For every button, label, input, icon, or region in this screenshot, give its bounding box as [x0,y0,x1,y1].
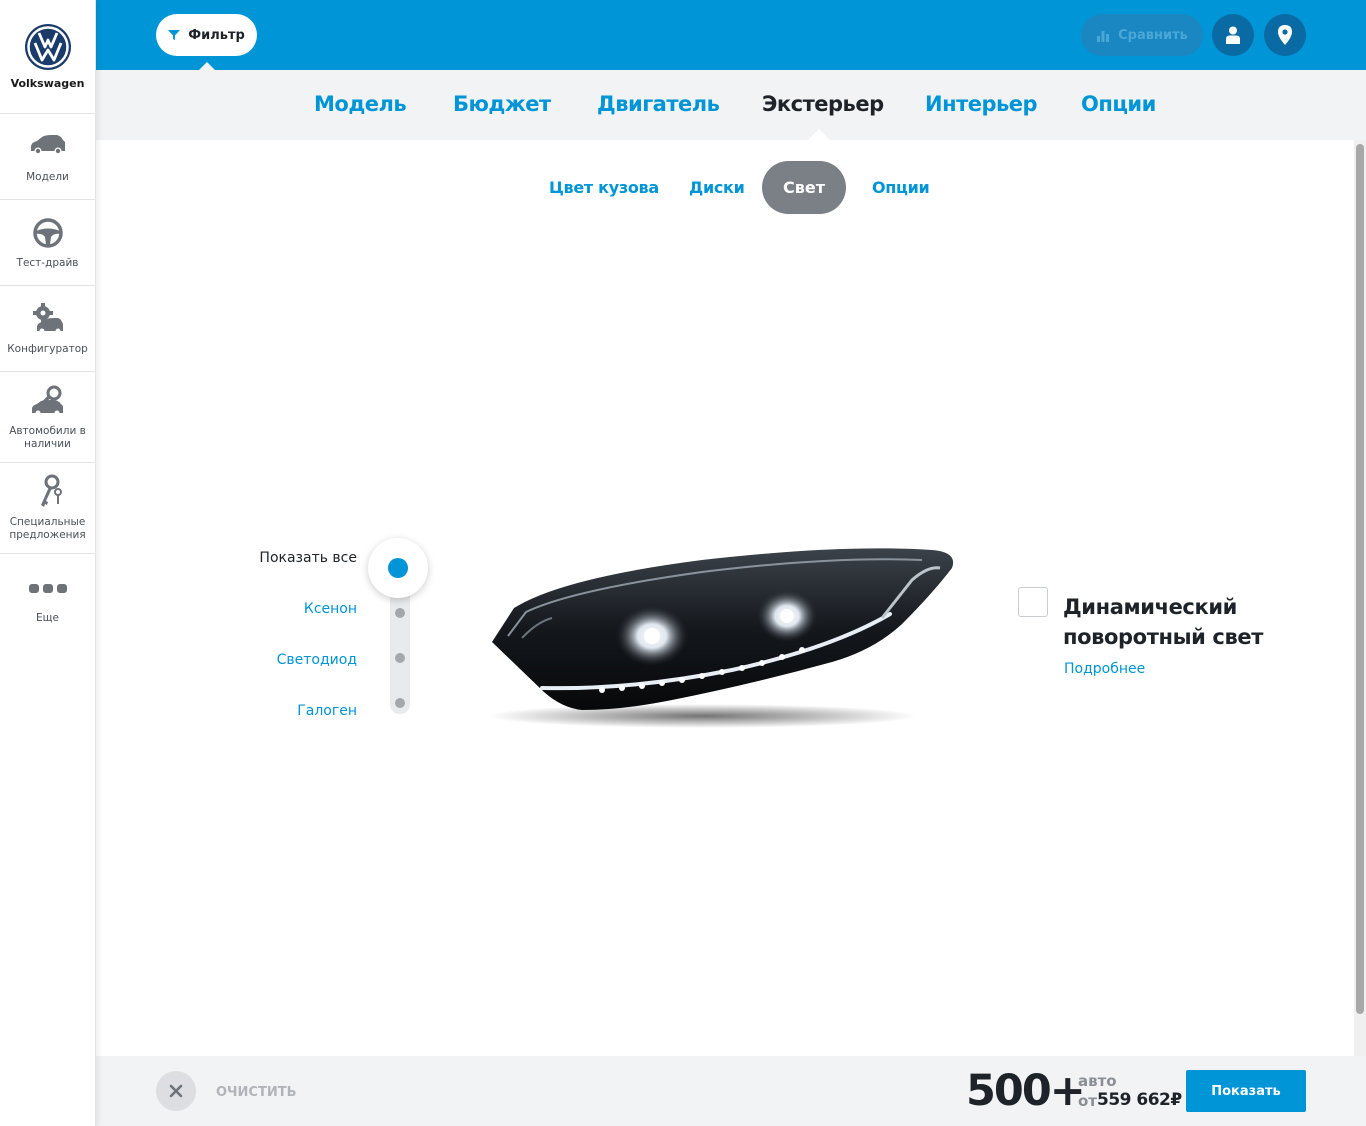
headlight-image [487,548,954,728]
light-slider-stop-xenon[interactable] [395,608,405,618]
light-option-halogen[interactable]: Галоген [227,703,357,719]
tab-budget[interactable]: Бюджет [453,92,551,116]
price-value: 559 662 [1097,1090,1171,1110]
car-icon [30,135,65,155]
subtab-options[interactable]: Опции [872,178,930,197]
sidebar-item-label: Тест-драйв [16,257,79,269]
light-option-all[interactable]: Показать все [227,550,357,566]
main-tabs: Модель Бюджет Двигатель Экстерьер Интерь… [96,70,1366,140]
subtab-body-color[interactable]: Цвет кузова [549,178,659,197]
feature-title: Динамический поворотный свет [1063,595,1263,649]
car-search-icon [31,385,63,416]
clear-button[interactable] [156,1071,196,1111]
vw-logo [24,24,71,70]
sidebar-item-label: Автомобили в наличии [9,425,86,450]
tab-engine[interactable]: Двигатель [597,92,720,116]
results-count: 500+ [966,1066,1086,1116]
location-pin-icon [1278,25,1292,45]
active-tab-indicator [808,129,830,140]
close-icon [169,1084,183,1098]
scrollbar-thumb[interactable] [1356,144,1364,1014]
content-area: Цвет кузова Диски Свет Опции Показать вс… [96,140,1354,1056]
light-option-led[interactable]: Светодиод [227,652,357,668]
sidebar-item-more[interactable]: Еще [0,554,95,640]
light-option-xenon[interactable]: Ксенон [227,601,357,617]
tab-exterior[interactable]: Экстерьер [762,92,884,116]
show-results-button[interactable]: Показать [1186,1070,1306,1112]
user-icon [1226,26,1240,44]
tab-model[interactable]: Модель [314,92,407,116]
light-slider-handle[interactable] [368,538,428,598]
brand[interactable]: Volkswagen [0,0,95,114]
gear-car-icon [32,303,63,334]
sidebar-item-in-stock[interactable]: Автомобили в наличии [0,372,95,463]
more-dots-icon [28,583,67,593]
filter-label: Фильтр [188,27,245,43]
sidebar-item-label: Конфигуратор [7,343,88,355]
filter-button[interactable]: Фильтр [156,14,257,56]
results-unit: авто [1078,1072,1117,1090]
compare-label: Сравнить [1118,27,1188,43]
scrollbar[interactable] [1354,140,1366,1056]
bottom-bar: ОЧИСТИТЬ 500+ авто от 559 662₽ Показать [96,1056,1366,1126]
clear-label[interactable]: ОЧИСТИТЬ [216,1085,297,1100]
subtab-light[interactable]: Свет [762,161,846,214]
sidebar-item-special-offers[interactable]: Специальные предложения [0,463,95,554]
compare-button[interactable]: Сравнить [1081,14,1203,56]
top-bar: Фильтр Сравнить [96,0,1366,71]
sidebar-item-label: Еще [36,611,59,624]
dynamic-light-checkbox[interactable] [1018,587,1048,617]
currency-sign: ₽ [1170,1090,1182,1110]
sidebar-item-label: Специальные предложения [9,516,86,541]
subtab-wheels[interactable]: Диски [689,178,745,197]
tab-interior[interactable]: Интерьер [925,92,1038,116]
sidebar-item-test-drive[interactable]: Тест-драйв [0,200,95,286]
tab-options[interactable]: Опции [1081,92,1156,116]
more-link[interactable]: Подробнее [1064,661,1145,677]
price-prefix: от [1078,1092,1097,1110]
light-slider-stop-halogen[interactable] [395,698,405,708]
bar-chart-icon [1097,31,1110,42]
sidebar: Volkswagen Модели Тест-драйв Конфигурато… [0,0,96,1126]
user-button[interactable] [1212,14,1254,56]
min-price: 559 662₽ [1097,1090,1182,1110]
sidebar-item-models[interactable]: Модели [0,114,95,200]
light-slider-handle-dot [388,558,408,578]
location-button[interactable] [1264,14,1306,56]
light-slider-stop-led[interactable] [395,653,405,663]
brand-name: Volkswagen [10,77,85,90]
filter-icon [168,30,181,40]
sidebar-item-label: Модели [26,171,69,183]
sidebar-item-configurator[interactable]: Конфигуратор [0,286,95,372]
steering-wheel-icon [32,218,63,248]
keys-icon [40,474,62,507]
